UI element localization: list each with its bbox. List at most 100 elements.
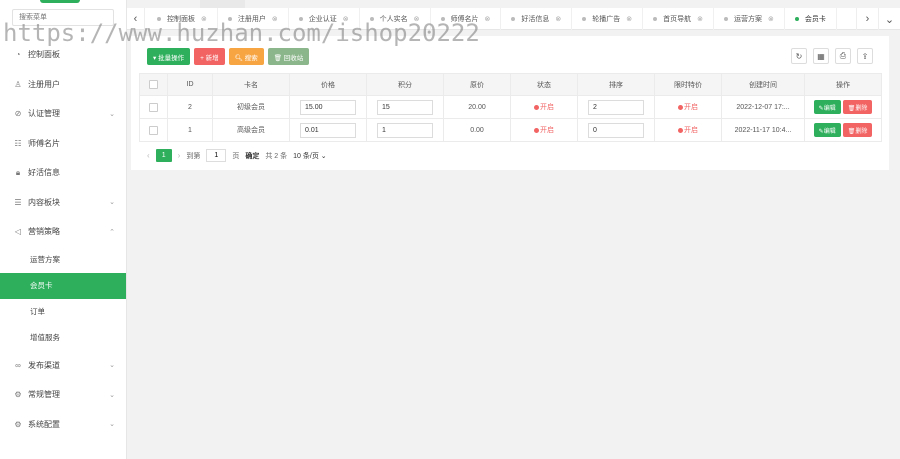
sort-cell: [577, 118, 655, 142]
sort-input[interactable]: [588, 122, 644, 138]
column-header[interactable]: 限时特价: [654, 73, 722, 96]
price-input[interactable]: [300, 122, 356, 138]
sidebar-subitem-1[interactable]: 会员卡: [0, 272, 126, 299]
sidebar-item-top-0[interactable]: ◔ 控制面板: [0, 40, 126, 70]
goto-page-input[interactable]: [206, 149, 227, 162]
status-dot-icon: [678, 127, 683, 133]
page-size-select[interactable]: 10 条/页 ⌄: [293, 151, 327, 161]
sidebar-item-bottom-0[interactable]: ∞ 发布渠道 ⌄: [0, 351, 126, 381]
card-name-cell: 高级会员: [212, 118, 290, 142]
status-cell: 开启: [510, 118, 578, 142]
column-header[interactable]: 状态: [510, 73, 578, 96]
close-icon[interactable]: ⊗: [768, 15, 774, 23]
edit-button[interactable]: ✎编辑: [813, 123, 841, 137]
special-toggle[interactable]: 开启: [678, 102, 698, 112]
sidebar-subitem-2[interactable]: 订单: [0, 299, 126, 325]
column-header[interactable]: 创建时间: [721, 73, 805, 96]
points-input[interactable]: [377, 122, 433, 138]
tab-3[interactable]: 个人实名 ⊗: [360, 8, 431, 30]
column-header[interactable]: 原价: [443, 73, 511, 96]
sidebar-item-top-3[interactable]: ☷ 师傅名片: [0, 129, 126, 159]
tab-0[interactable]: 控制面板 ⊗: [147, 8, 218, 30]
edit-button[interactable]: ✎编辑: [813, 100, 841, 114]
sliders-icon: ☰: [14, 197, 22, 207]
tab-scroll-left-icon[interactable]: ‹: [127, 8, 145, 30]
actions-cell: ✎编辑 🗑︎删除: [804, 95, 882, 119]
tab-dot-icon: [369, 17, 374, 21]
tab-6[interactable]: 轮播广告 ⊗: [572, 8, 644, 30]
points-input[interactable]: [377, 99, 433, 115]
delete-button[interactable]: 🗑︎删除: [842, 123, 873, 137]
sidebar-menu: ◔ 控制面板 ♙ 注册用户 ⊘ 认证管理 ⌄ ☷ 师傅名片 🔒︎ 好活信息 ☰ 内容板块 ⌄ ◁ 营销策略 ⌃ 运…: [0, 40, 126, 439]
close-icon[interactable]: ⊗: [485, 15, 491, 23]
print-icon[interactable]: ⎙: [835, 48, 851, 64]
column-header[interactable]: 积分: [366, 73, 444, 96]
columns-icon[interactable]: ▦: [813, 48, 829, 64]
column-header[interactable]: 排序: [577, 73, 655, 96]
close-icon[interactable]: ⊗: [697, 15, 703, 23]
search-button[interactable]: 🔍︎ 搜索: [228, 48, 264, 65]
next-page-icon[interactable]: ›: [178, 151, 181, 160]
special-toggle[interactable]: 开启: [678, 125, 698, 135]
sidebar-item-bottom-1[interactable]: ⚙ 常规管理 ⌄: [0, 380, 126, 410]
column-header[interactable]: 操作: [804, 73, 882, 96]
close-icon[interactable]: ⊗: [555, 15, 561, 23]
special-label: 开启: [684, 104, 698, 111]
export-icon[interactable]: ⇪: [857, 48, 873, 64]
status-toggle[interactable]: 开启: [534, 102, 554, 112]
row-checkbox[interactable]: [149, 102, 158, 112]
close-icon[interactable]: ⊗: [343, 15, 349, 23]
tab-dot-icon: [582, 17, 587, 21]
sidebar-subitem-0[interactable]: 运营方案: [0, 247, 126, 273]
sidebar: ◔ 控制面板 ♙ 注册用户 ⊘ 认证管理 ⌄ ☷ 师傅名片 🔒︎ 好活信息 ☰ 内容板块 ⌄ ◁ 营销策略 ⌃ 运…: [0, 0, 127, 459]
points-cell: [366, 95, 444, 119]
checkbox-cell: [139, 118, 168, 142]
add-button[interactable]: + 新增: [194, 48, 225, 65]
tab-menu-chevron-down-icon[interactable]: ⌄: [878, 8, 900, 30]
recycle-bin-button[interactable]: 🗑︎ 回收站: [267, 48, 310, 65]
tab-5[interactable]: 好活信息 ⊗: [501, 8, 573, 30]
column-header[interactable]: 卡名: [212, 73, 290, 96]
menu-search-input[interactable]: [12, 9, 114, 26]
batch-operation-button[interactable]: ▾ 批量操作: [147, 48, 191, 65]
sidebar-item-top-6[interactable]: ◁ 营销策略 ⌃: [0, 217, 126, 247]
tab-2[interactable]: 企业认证 ⊗: [289, 8, 360, 30]
tab-8[interactable]: 运营方案 ⊗: [714, 8, 785, 30]
sidebar-subitem-3[interactable]: 增值服务: [0, 325, 126, 351]
row-checkbox[interactable]: [149, 125, 158, 135]
check-circle-icon: ⊘: [14, 109, 22, 119]
close-icon[interactable]: ⊗: [414, 15, 420, 23]
price-input[interactable]: [300, 99, 356, 115]
delete-button[interactable]: 🗑︎删除: [842, 100, 873, 114]
current-page[interactable]: 1: [155, 149, 172, 162]
tab-1[interactable]: 注册用户 ⊗: [218, 8, 289, 30]
tab-4[interactable]: 师傅名片 ⊗: [431, 8, 502, 30]
tab-label: 企业认证: [308, 16, 337, 23]
close-icon[interactable]: ⊗: [272, 15, 278, 23]
close-icon[interactable]: ⊗: [626, 15, 632, 23]
sidebar-item-top-5[interactable]: ☰ 内容板块 ⌄: [0, 188, 126, 218]
sidebar-item-label: 师傅名片: [28, 138, 60, 148]
sidebar-item-label: 认证管理: [28, 109, 60, 119]
select-all-checkbox[interactable]: [149, 80, 158, 89]
refresh-icon[interactable]: ↻: [791, 48, 807, 64]
sidebar-item-bottom-2[interactable]: ⚙ 系统配置 ⌄: [0, 410, 126, 440]
close-icon[interactable]: ⊗: [201, 15, 207, 23]
prev-page-icon[interactable]: ‹: [147, 151, 150, 160]
goto-confirm-button[interactable]: 确定: [245, 151, 259, 161]
sidebar-item-top-4[interactable]: 🔒︎ 好活信息: [0, 158, 126, 188]
status-toggle[interactable]: 开启: [534, 125, 554, 135]
checkbox-cell: [139, 95, 168, 119]
tab-7[interactable]: 首页导航 ⊗: [643, 8, 714, 30]
tab-dot-icon: [440, 17, 445, 21]
price-cell: [289, 95, 367, 119]
tab-dot-icon: [298, 17, 303, 21]
sidebar-item-top-2[interactable]: ⊘ 认证管理 ⌄: [0, 99, 126, 129]
gear-icon: ⚙: [14, 419, 22, 429]
sort-input[interactable]: [588, 99, 644, 115]
sidebar-item-top-1[interactable]: ♙ 注册用户: [0, 70, 126, 100]
tab-scroll-right-icon[interactable]: ›: [856, 8, 878, 30]
tab-9[interactable]: 会员卡: [785, 8, 837, 30]
column-header[interactable]: 价格: [289, 73, 367, 96]
column-header[interactable]: ID: [167, 73, 213, 96]
